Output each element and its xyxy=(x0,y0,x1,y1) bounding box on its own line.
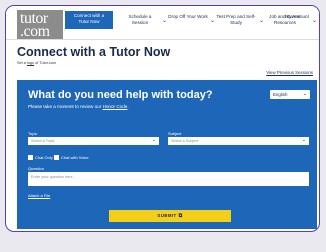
chat-only-label: Chat Only xyxy=(35,154,53,160)
nav-test-prep-label: Test Prep and Self-Study xyxy=(216,14,256,25)
attach-file-link[interactable]: Attach a File xyxy=(28,193,50,198)
subject-placeholder: Select a Subject xyxy=(171,139,199,143)
chevron-down-icon: ⌄ xyxy=(151,137,156,143)
language-select[interactable]: English ⌄ xyxy=(270,90,310,99)
help-request-panel: What do you need help with today? Please… xyxy=(17,80,317,229)
question-input[interactable]: Enter your question here... xyxy=(28,172,309,186)
chat-only-checkbox[interactable] xyxy=(28,154,33,160)
nav-schedule-session-label: Schedule a Session xyxy=(128,14,152,25)
topic-select[interactable]: Select a Topic ⌄ xyxy=(28,137,159,145)
nav-connect-tutor[interactable]: Connect with a Tutor Now xyxy=(65,11,113,29)
top-nav: tutor .com Connect with a Tutor Now Sche… xyxy=(6,6,319,40)
set-logo-suffix: of Tutor.com xyxy=(34,61,57,65)
chevron-down-icon: ⌄ xyxy=(311,18,317,24)
logo-line-2: .com xyxy=(20,23,51,40)
external-link-icon: ⧉ xyxy=(178,213,183,219)
page-title: Connect with a Tutor Now xyxy=(17,45,171,59)
panel-subtitle: Please take a moment to review our Honor… xyxy=(28,104,129,109)
subject-label: Subject xyxy=(168,131,182,136)
set-logo-text: Set a logo of Tutor.com xyxy=(17,61,56,65)
nav-test-prep[interactable]: Test Prep and Self-Study ⌄ xyxy=(213,14,264,34)
set-logo-prefix: Set a xyxy=(17,61,27,65)
panel-title: What do you need help with today? xyxy=(28,89,213,101)
submit-label: SUBMIT xyxy=(157,213,177,218)
nav-drop-off-work-label: Drop Off Your Work xyxy=(168,14,208,19)
nav-drop-off-work[interactable]: Drop Off Your Work ⌄ xyxy=(166,14,215,34)
chat-only-option[interactable]: Chat Only xyxy=(28,154,53,160)
question-label: Question xyxy=(28,166,45,171)
tutor-logo[interactable]: tutor .com xyxy=(17,10,63,40)
topic-placeholder: Select a Topic xyxy=(31,139,55,143)
submit-button[interactable]: SUBMIT ⧉ xyxy=(109,210,231,222)
honor-code-link[interactable]: Honor Code xyxy=(103,104,128,109)
chat-with-voice-checkbox[interactable] xyxy=(54,154,59,160)
nav-connect-tutor-label: Connect with a Tutor Now xyxy=(73,13,105,24)
subtitle-suffix: . xyxy=(127,104,129,109)
nav-my-account[interactable]: My Account ⌄ xyxy=(282,14,317,34)
view-previous-sessions-link[interactable]: View Previous Sessions xyxy=(266,70,313,75)
chat-with-voice-label: Chat with Voice xyxy=(61,154,89,160)
topic-label: Topic xyxy=(28,131,38,136)
app-window: tutor .com Connect with a Tutor Now Sche… xyxy=(5,5,320,232)
chevron-down-icon: ⌄ xyxy=(301,137,306,143)
nav-my-account-label: My Account xyxy=(285,14,309,19)
subject-select[interactable]: Select a Subject ⌄ xyxy=(168,137,309,145)
logo-line-2-text: com xyxy=(23,23,51,40)
subtitle-prefix: Please take a moment to review our xyxy=(28,104,103,109)
chevron-down-icon: ⌄ xyxy=(302,91,307,97)
language-value: English xyxy=(273,92,288,97)
nav-schedule-session[interactable]: Schedule a Session ⌄ xyxy=(118,14,168,34)
question-placeholder: Enter your question here... xyxy=(31,175,76,179)
chat-with-voice-option[interactable]: Chat with Voice xyxy=(54,154,89,160)
